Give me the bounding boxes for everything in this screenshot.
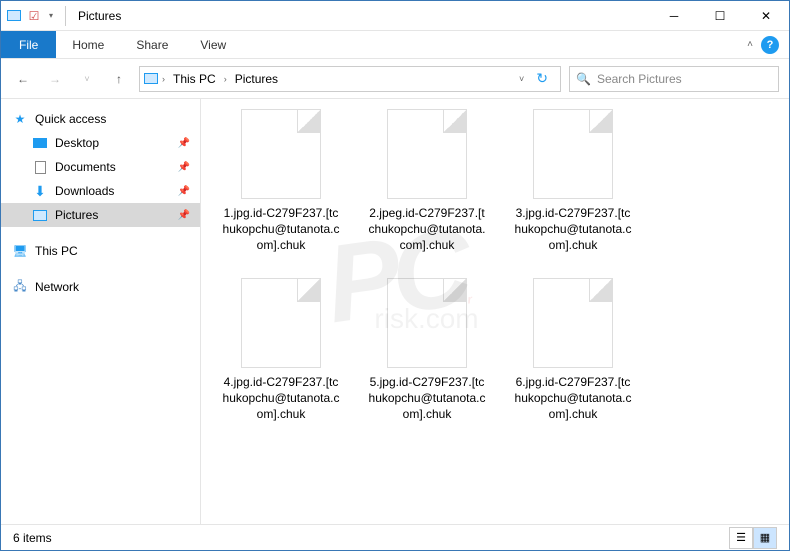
file-item[interactable]: 4.jpg.id-C279F237.[tchukopchu@tutanota.c… (221, 278, 341, 423)
star-icon: ★ (11, 110, 29, 128)
search-placeholder: Search Pictures (597, 72, 682, 86)
qat-dropdown-icon[interactable]: ▾ (45, 11, 57, 20)
file-icon (533, 109, 613, 199)
tab-home[interactable]: Home (56, 31, 120, 58)
tab-share[interactable]: Share (120, 31, 184, 58)
file-list[interactable]: 1.jpg.id-C279F237.[tchukopchu@tutanota.c… (201, 99, 789, 524)
file-name: 4.jpg.id-C279F237.[tchukopchu@tutanota.c… (221, 374, 341, 423)
navigation-pane: ★ Quick access Desktop 📌 Documents 📌 ⬇ D… (1, 99, 201, 524)
titlebar: ☑ ▾ Pictures ─ ☐ ✕ (1, 1, 789, 31)
close-button[interactable]: ✕ (743, 1, 789, 31)
file-icon (241, 109, 321, 199)
file-name: 2.jpeg.id-C279F237.[tchukopchu@tutanota.… (367, 205, 487, 254)
pictures-icon (31, 206, 49, 224)
help-icon[interactable]: ? (761, 36, 779, 54)
nav-documents[interactable]: Documents 📌 (1, 155, 200, 179)
file-item[interactable]: 1.jpg.id-C279F237.[tchukopchu@tutanota.c… (221, 109, 341, 254)
nav-downloads[interactable]: ⬇ Downloads 📌 (1, 179, 200, 203)
file-icon (387, 278, 467, 368)
nav-this-pc[interactable]: 🖥 This PC (1, 239, 200, 263)
pin-icon: 📌 (178, 210, 190, 221)
icons-view-button[interactable]: ▦ (753, 527, 777, 549)
breadcrumb-box[interactable]: › This PC › Pictures ˅ ↻ (139, 66, 561, 92)
window-title: Pictures (74, 9, 121, 23)
nav-desktop[interactable]: Desktop 📌 (1, 131, 200, 155)
desktop-icon (31, 134, 49, 152)
pin-icon: 📌 (178, 186, 190, 197)
chevron-right-icon[interactable]: › (224, 74, 227, 84)
status-count: 6 items (13, 531, 52, 545)
maximize-button[interactable]: ☐ (697, 1, 743, 31)
file-icon (387, 109, 467, 199)
file-name: 1.jpg.id-C279F237.[tchukopchu@tutanota.c… (221, 205, 341, 254)
file-icon (533, 278, 613, 368)
document-icon (31, 158, 49, 176)
status-bar: 6 items ☰ ▦ (1, 524, 789, 550)
ribbon: File Home Share View ˄ ? (1, 31, 789, 59)
chevron-right-icon[interactable]: › (162, 74, 165, 84)
address-dropdown-icon[interactable]: ˅ (513, 74, 530, 84)
minimize-button[interactable]: ─ (651, 1, 697, 31)
app-icon (5, 7, 23, 25)
file-item[interactable]: 3.jpg.id-C279F237.[tchukopchu@tutanota.c… (513, 109, 633, 254)
file-name: 5.jpg.id-C279F237.[tchukopchu@tutanota.c… (367, 374, 487, 423)
file-name: 6.jpg.id-C279F237.[tchukopchu@tutanota.c… (513, 374, 633, 423)
breadcrumb-this-pc[interactable]: This PC (169, 70, 220, 88)
pc-icon: 🖥 (11, 242, 29, 260)
ribbon-expand-icon[interactable]: ˄ (747, 39, 753, 50)
search-icon: 🔍 (576, 72, 591, 86)
qat-properties-icon[interactable]: ☑ (25, 7, 43, 25)
nav-pictures[interactable]: Pictures 📌 (1, 203, 200, 227)
nav-quick-access[interactable]: ★ Quick access (1, 107, 200, 131)
nav-network[interactable]: 🖧 Network (1, 275, 200, 299)
pin-icon: 📌 (178, 138, 190, 149)
download-icon: ⬇ (31, 182, 49, 200)
network-icon: 🖧 (11, 278, 29, 296)
address-bar: ← → ˅ ↑ › This PC › Pictures ˅ ↻ 🔍 Searc… (1, 59, 789, 99)
tab-file[interactable]: File (1, 31, 56, 58)
back-button[interactable]: ← (11, 67, 35, 91)
pin-icon: 📌 (178, 162, 190, 173)
breadcrumb-pictures[interactable]: Pictures (231, 70, 282, 88)
recent-dd-icon[interactable]: ˅ (75, 67, 99, 91)
file-item[interactable]: 6.jpg.id-C279F237.[tchukopchu@tutanota.c… (513, 278, 633, 423)
forward-button[interactable]: → (43, 67, 67, 91)
file-item[interactable]: 2.jpeg.id-C279F237.[tchukopchu@tutanota.… (367, 109, 487, 254)
location-icon (144, 73, 158, 84)
up-button[interactable]: ↑ (107, 67, 131, 91)
file-name: 3.jpg.id-C279F237.[tchukopchu@tutanota.c… (513, 205, 633, 254)
details-view-button[interactable]: ☰ (729, 527, 753, 549)
refresh-icon[interactable]: ↻ (534, 70, 556, 87)
file-icon (241, 278, 321, 368)
search-input[interactable]: 🔍 Search Pictures (569, 66, 779, 92)
file-item[interactable]: 5.jpg.id-C279F237.[tchukopchu@tutanota.c… (367, 278, 487, 423)
tab-view[interactable]: View (184, 31, 242, 58)
